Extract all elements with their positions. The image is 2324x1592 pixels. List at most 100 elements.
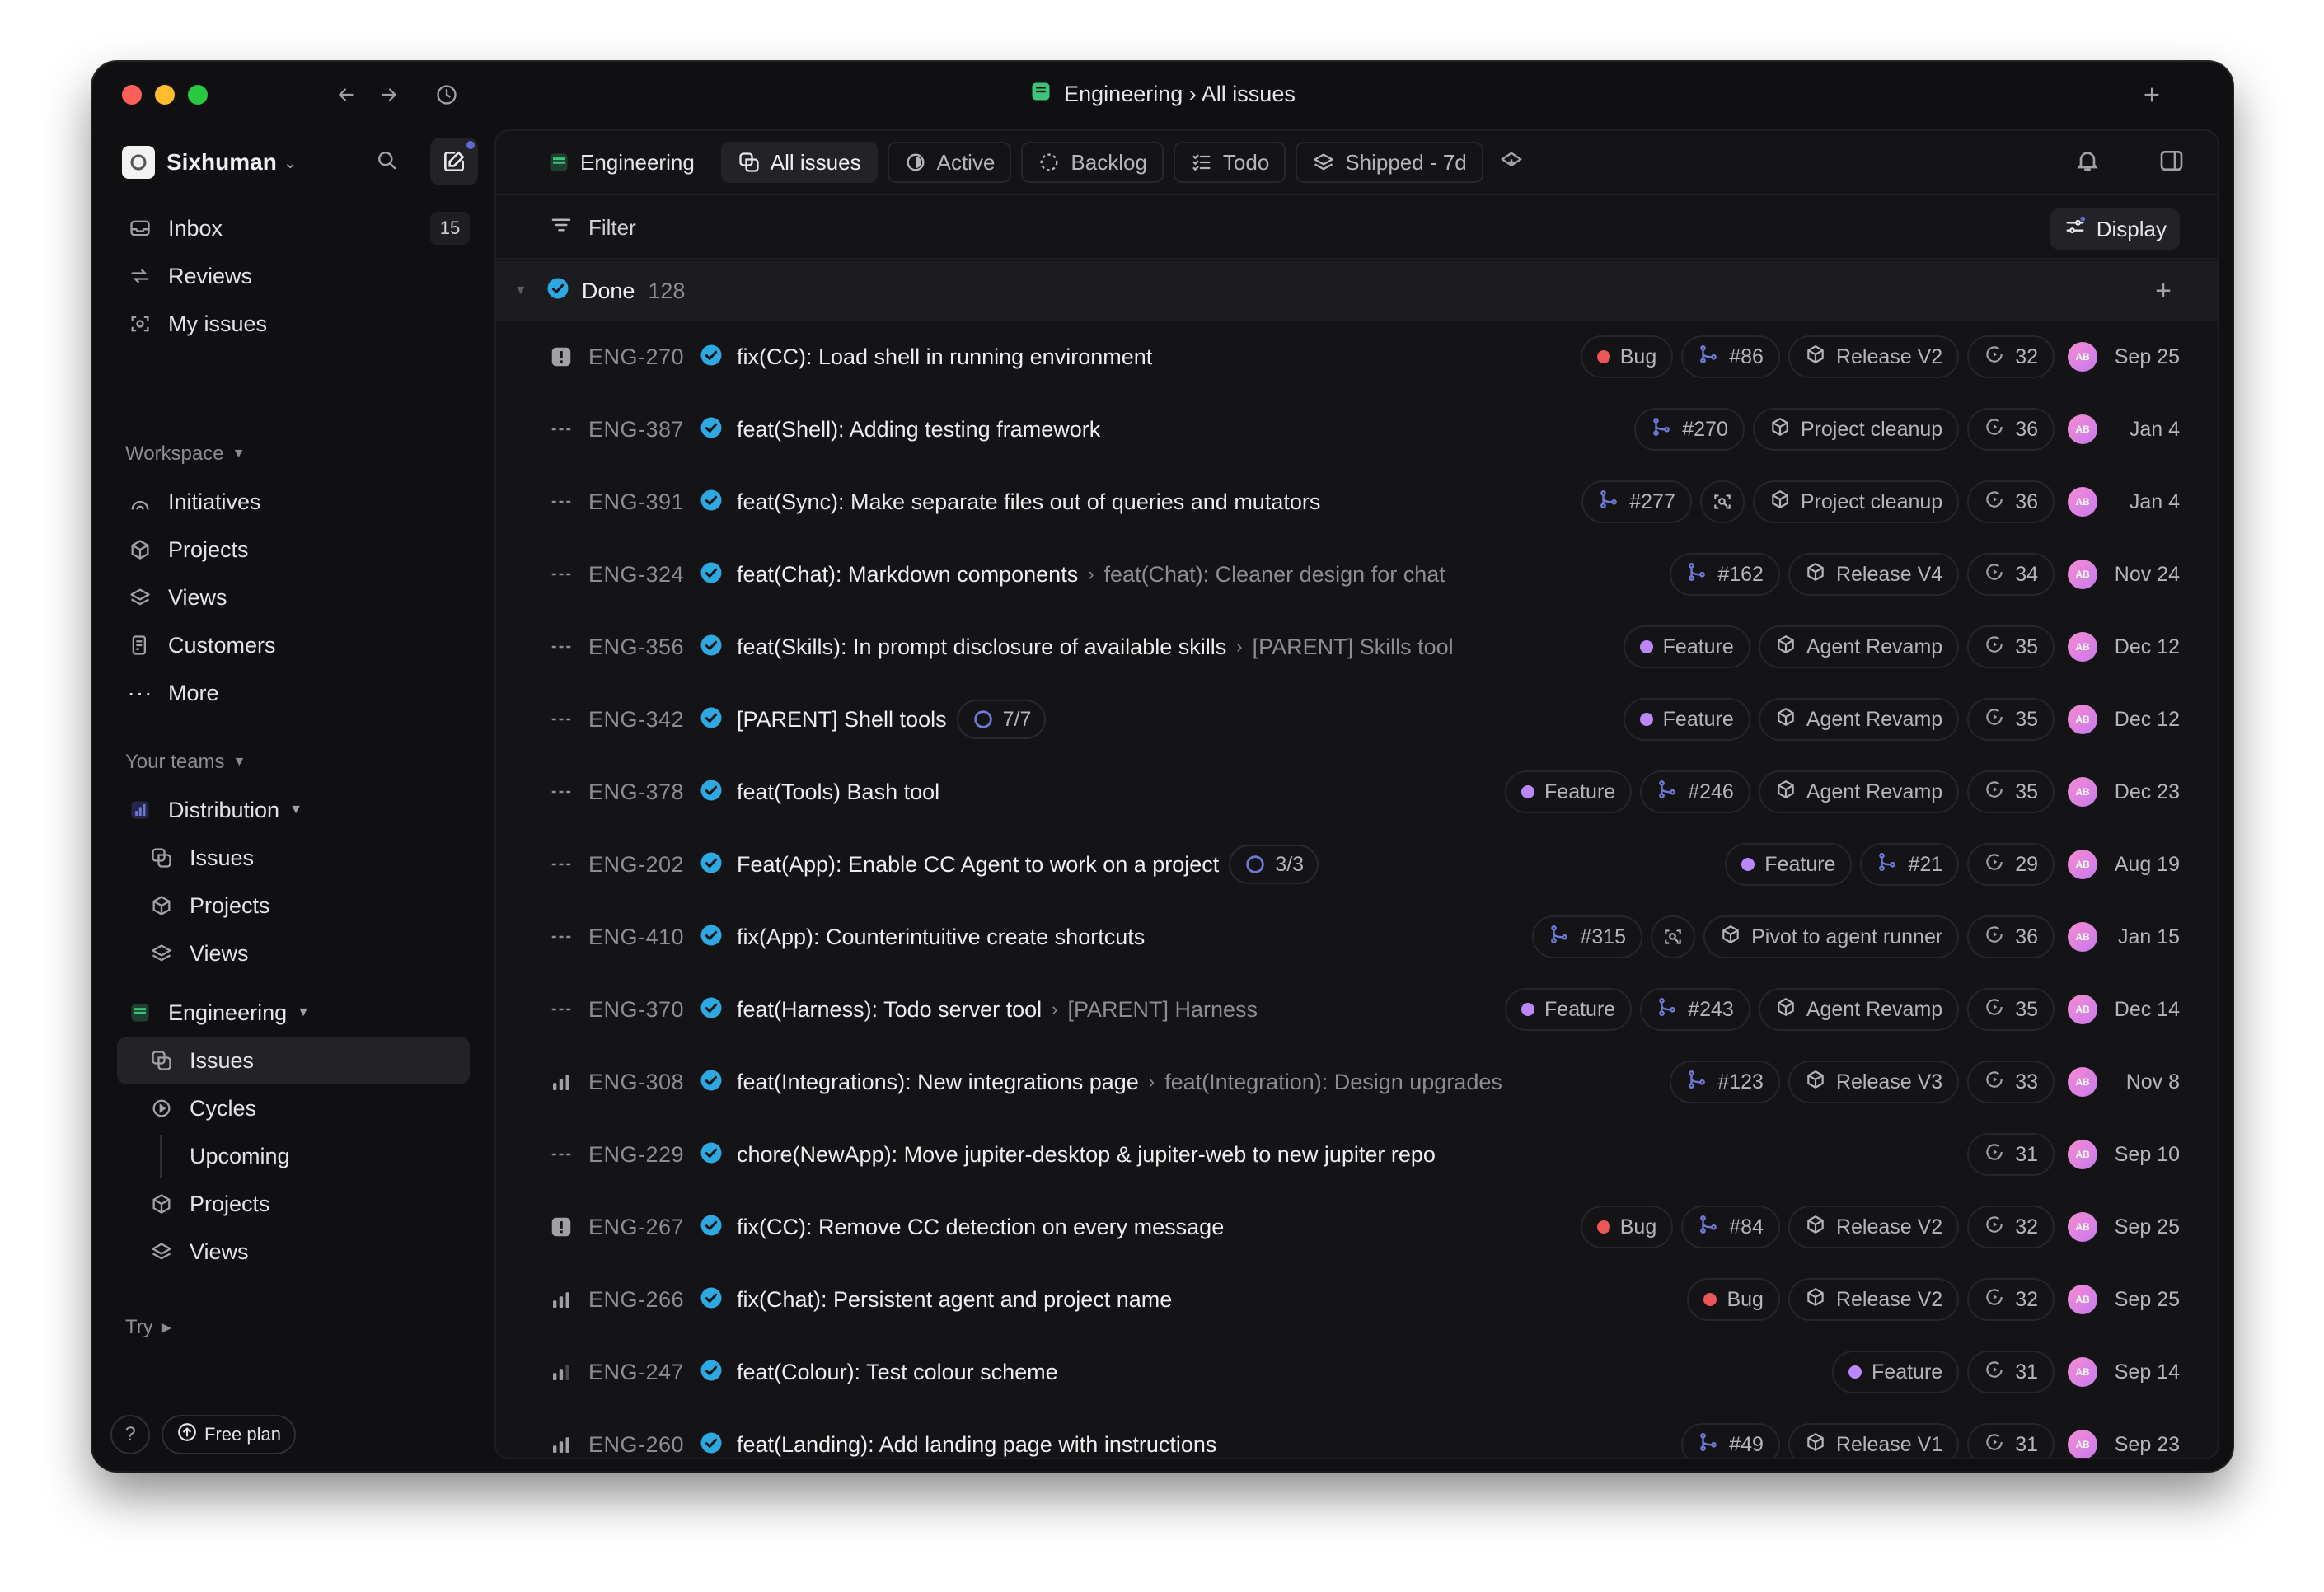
tab-all-issues[interactable]: All issues (720, 142, 878, 183)
project-chip[interactable]: Release V2 (1788, 1278, 1960, 1321)
pull-request-chip[interactable]: #315 (1532, 915, 1643, 958)
priority-none-icon[interactable] (549, 489, 574, 514)
cycle-chip[interactable]: 31 (1967, 1423, 2055, 1458)
sidebar-item-inbox[interactable]: Inbox 15 (117, 205, 470, 251)
pull-request-chip[interactable]: #243 (1640, 988, 1750, 1031)
project-chip[interactable]: Agent Revamp (1758, 625, 1960, 668)
done-check-icon[interactable] (699, 633, 724, 662)
label-chip[interactable]: Bug (1687, 1278, 1780, 1321)
avatar[interactable]: AB (2068, 1430, 2097, 1458)
collapse-caret-icon[interactable]: ▼ (514, 283, 527, 298)
sidebar-item-my-issues[interactable]: My issues (117, 301, 470, 347)
parent-issue[interactable]: feat(Chat): Cleaner design for chat (1104, 562, 1445, 588)
pull-request-chip[interactable]: #21 (1860, 843, 1960, 886)
pull-request-chip[interactable]: #49 (1681, 1423, 1780, 1458)
priority-none-icon[interactable] (549, 634, 574, 659)
table-row[interactable]: ENG-266 fix(Chat): Persistent agent and p… (496, 1263, 2218, 1336)
filter-button[interactable]: Filter (588, 215, 636, 241)
cycle-chip[interactable]: 36 (1967, 408, 2055, 451)
label-chip[interactable]: Bug (1580, 335, 1674, 378)
done-check-icon[interactable] (699, 1140, 724, 1169)
label-chip[interactable]: Feature (1725, 843, 1853, 886)
label-chip[interactable]: Feature (1623, 698, 1750, 741)
cycle-chip[interactable]: 33 (1967, 1061, 2055, 1103)
project-chip[interactable]: Project cleanup (1752, 480, 1960, 523)
label-chip[interactable]: Feature (1832, 1351, 1960, 1393)
tab-backlog[interactable]: Backlog (1021, 142, 1164, 183)
avatar[interactable]: AB (2068, 922, 2097, 952)
done-check-icon[interactable] (699, 923, 724, 952)
project-chip[interactable]: Agent Revamp (1758, 988, 1960, 1031)
table-row[interactable]: ENG-410 fix(App): Counterintuitive create… (496, 901, 2218, 973)
priority-high-icon[interactable] (549, 1432, 574, 1457)
cycle-chip[interactable]: 32 (1967, 335, 2055, 378)
done-check-icon[interactable] (699, 850, 724, 879)
priority-medium-icon[interactable] (549, 1360, 574, 1384)
avatar[interactable]: AB (2068, 705, 2097, 734)
priority-none-icon[interactable] (549, 925, 574, 949)
workspace-switcher[interactable]: Sixhuman ⌄ (122, 138, 478, 187)
add-view-icon[interactable] (1493, 144, 1530, 180)
pull-request-chip[interactable]: #270 (1634, 408, 1745, 451)
parent-issue[interactable]: [PARENT] Harness (1068, 997, 1258, 1023)
project-chip[interactable]: Agent Revamp (1758, 698, 1960, 741)
done-check-icon[interactable] (699, 488, 724, 517)
avatar[interactable]: AB (2068, 487, 2097, 517)
sidebar-engineering-cycles[interactable]: Cycles (117, 1085, 470, 1131)
help-button[interactable]: ? (110, 1415, 150, 1454)
cycle-chip[interactable]: 35 (1967, 625, 2055, 668)
priority-none-icon[interactable] (549, 1142, 574, 1167)
done-check-icon[interactable] (699, 1213, 724, 1242)
table-row[interactable]: ENG-387 feat(Shell): Adding testing frame… (496, 393, 2218, 466)
tab-todo[interactable]: Todo (1173, 142, 1286, 183)
cycle-chip[interactable]: 36 (1967, 915, 2055, 958)
project-chip[interactable]: Release V2 (1788, 1206, 1960, 1248)
table-row[interactable]: ENG-324 feat(Chat): Markdown components › f… (496, 538, 2218, 611)
parent-issue[interactable]: [PARENT] Skills tool (1253, 634, 1454, 660)
priority-high-icon[interactable] (549, 1070, 574, 1094)
sidebar-engineering-issues[interactable]: Issues (117, 1037, 470, 1084)
tab-shipped-7d[interactable]: Shipped - 7d (1296, 142, 1483, 183)
pull-request-chip[interactable]: #246 (1640, 770, 1750, 813)
table-row[interactable]: ENG-267 fix(CC): Remove CC detection on e… (496, 1191, 2218, 1263)
table-row[interactable]: ENG-391 feat(Sync): Make separate files o… (496, 466, 2218, 538)
tab-team-engineering[interactable]: Engineering (546, 142, 711, 183)
label-chip[interactable]: Feature (1505, 988, 1633, 1031)
done-check-icon[interactable] (699, 705, 724, 734)
group-header-done[interactable]: ▼ Done 128 + (496, 261, 2218, 321)
sidebar-team-distribution[interactable]: Distribution ▼ (117, 787, 470, 833)
table-row[interactable]: ENG-270 fix(CC): Load shell in running en… (496, 321, 2218, 393)
project-chip[interactable]: Release V4 (1788, 553, 1960, 596)
done-check-icon[interactable] (699, 1430, 724, 1459)
table-row[interactable]: ENG-356 feat(Skills): In prompt disclosur… (496, 611, 2218, 683)
filter-icon[interactable] (549, 213, 574, 243)
avatar[interactable]: AB (2068, 560, 2097, 589)
done-check-icon[interactable] (699, 1285, 724, 1314)
table-row[interactable]: ENG-308 feat(Integrations): New integrati… (496, 1046, 2218, 1118)
avatar[interactable]: AB (2068, 850, 2097, 879)
sub-issue-progress[interactable]: 3/3 (1229, 845, 1319, 884)
pull-request-chip[interactable]: #84 (1681, 1206, 1780, 1248)
sidebar-item-views[interactable]: Views (117, 574, 470, 620)
done-check-icon[interactable] (699, 995, 724, 1024)
add-issue-plus-icon[interactable]: + (2155, 275, 2172, 307)
free-plan-button[interactable]: Free plan (162, 1415, 296, 1454)
sidebar-toggle-icon[interactable] (2158, 147, 2185, 178)
cycle-chip[interactable]: 35 (1967, 988, 2055, 1031)
sidebar-item-reviews[interactable]: Reviews (117, 253, 470, 299)
priority-urgent-icon[interactable] (549, 1215, 574, 1239)
sidebar-engineering-upcoming[interactable]: Upcoming (117, 1133, 470, 1179)
sidebar-distribution-projects[interactable]: Projects (117, 883, 470, 929)
done-check-icon[interactable] (699, 415, 724, 444)
priority-none-icon[interactable] (549, 780, 574, 804)
cycle-chip[interactable]: 35 (1967, 698, 2055, 741)
new-issue-button[interactable] (430, 138, 478, 185)
avatar[interactable]: AB (2068, 632, 2097, 662)
cycle-chip[interactable]: 32 (1967, 1278, 2055, 1321)
cycle-chip[interactable]: 31 (1967, 1133, 2055, 1176)
teams-section-header[interactable]: Your teams ▼ (125, 751, 246, 774)
display-options-button[interactable]: Display (2050, 208, 2180, 250)
project-chip[interactable]: Release V2 (1788, 335, 1960, 378)
avatar[interactable]: AB (2068, 1285, 2097, 1314)
sidebar-item-customers[interactable]: Customers (117, 622, 470, 668)
